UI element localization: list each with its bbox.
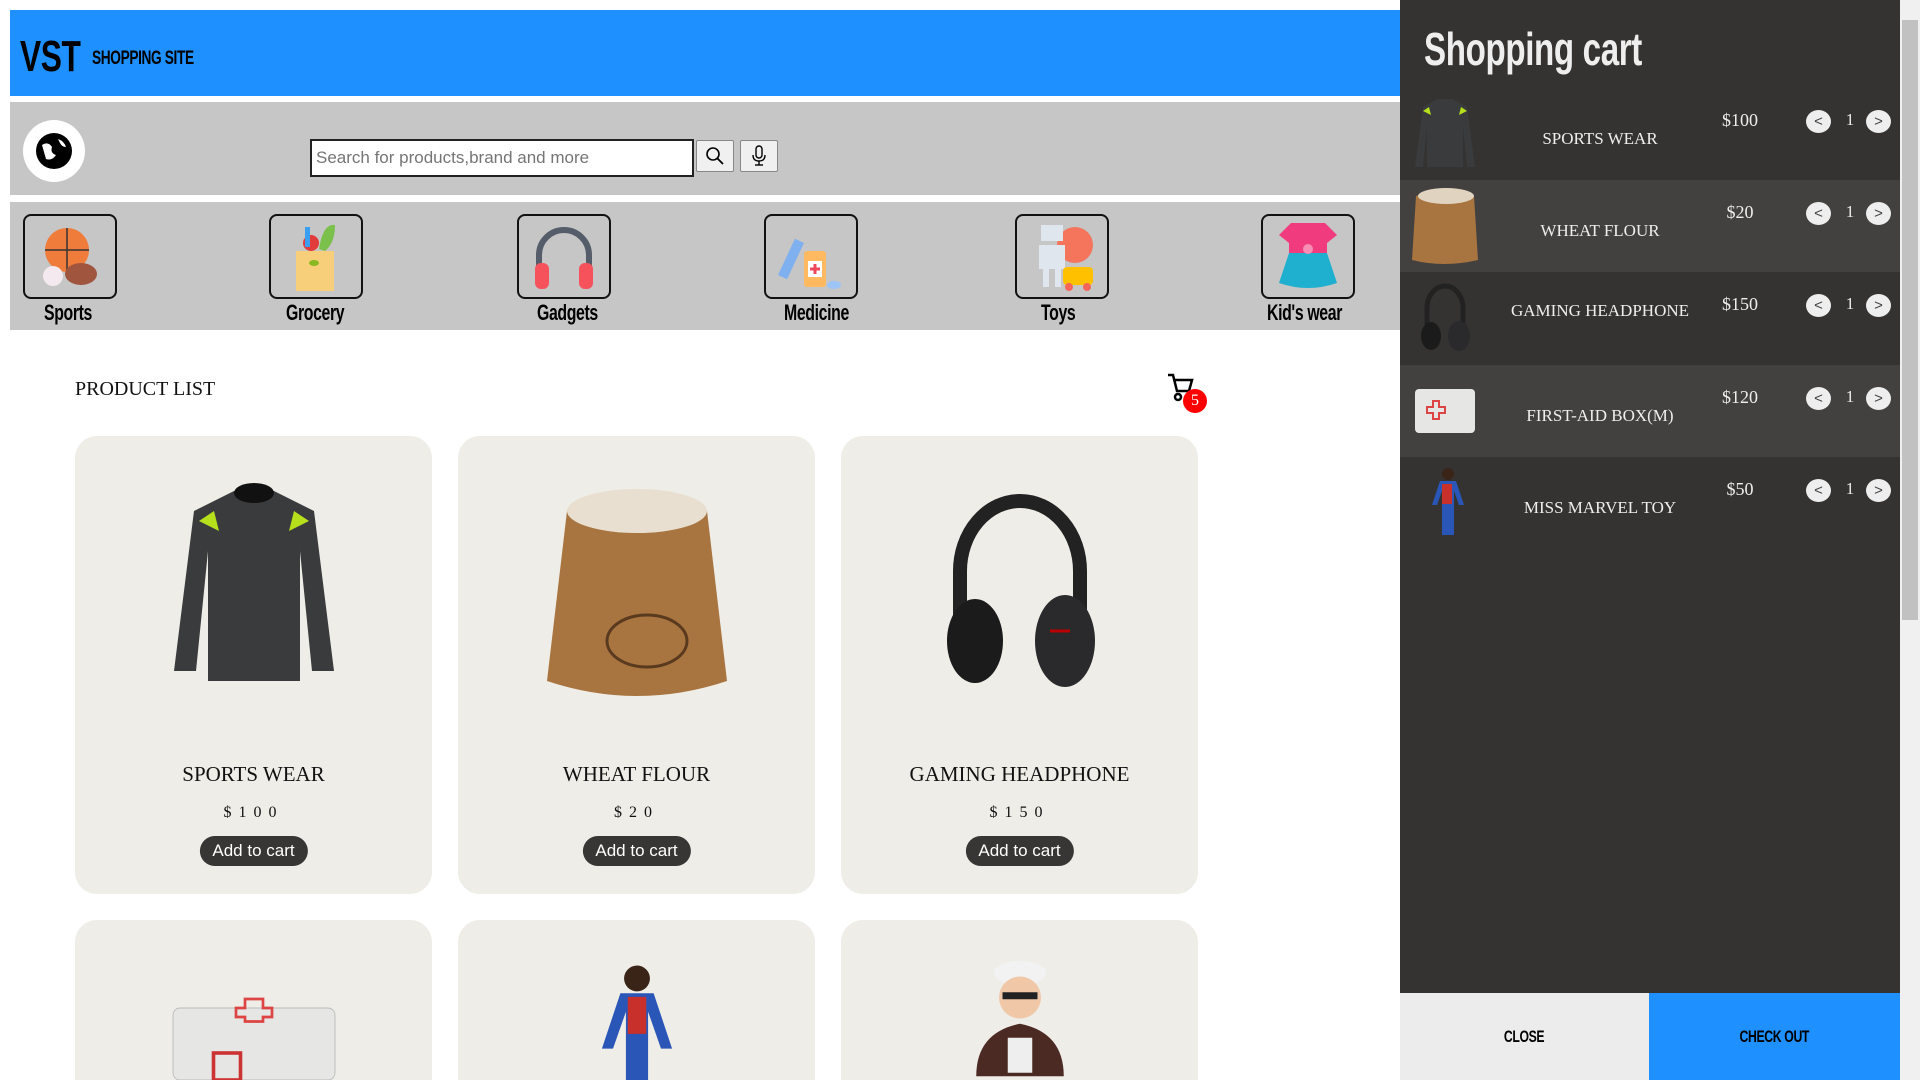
- category-bar: Sports Grocery Gadgets Medicine Toys Kid…: [10, 202, 1400, 330]
- category-label-kids-wear: Kid's wear: [1267, 300, 1343, 325]
- cart-item-price: $150: [1722, 294, 1758, 314]
- category-toys[interactable]: [1015, 214, 1109, 299]
- decrease-quantity-button[interactable]: <: [1806, 294, 1831, 317]
- cart-item-name: FIRST-AID BOX(M): [1526, 406, 1674, 425]
- product-card: SPORTS WEAR $100 Add to cart: [75, 436, 432, 894]
- site-subtitle: SHOPPING SITE: [92, 48, 194, 69]
- increase-quantity-button[interactable]: >: [1866, 110, 1891, 133]
- close-label: CLOSE: [1504, 1026, 1545, 1046]
- cart-item: GAMING HEADPHONE $150 < 1 >: [1400, 272, 1900, 364]
- cart-item-quantity: 1: [1845, 202, 1855, 221]
- cart-item-thumbnail: [1410, 463, 1480, 541]
- checkout-button[interactable]: CHECK OUT: [1649, 993, 1900, 1080]
- increase-quantity-button[interactable]: >: [1866, 479, 1891, 502]
- decrease-quantity-button[interactable]: <: [1806, 202, 1831, 225]
- category-label-gadgets: Gadgets: [537, 300, 598, 325]
- product-name: SPORTS WEAR: [182, 762, 325, 786]
- product-price: $100: [223, 804, 284, 821]
- cart-item-thumbnail: [1410, 371, 1480, 449]
- cart-item-name: GAMING HEADPHONE: [1510, 301, 1690, 320]
- cart-item-thumbnail: [1410, 186, 1480, 264]
- product-image-wheat-flour: [517, 466, 757, 716]
- scrollbar-thumb[interactable]: [1902, 20, 1918, 620]
- cart-item-quantity: 1: [1845, 294, 1855, 313]
- globe-icon[interactable]: [23, 120, 85, 182]
- product-card: WHEAT FLOUR $20 Add to cart: [458, 436, 815, 894]
- cart-item-name: SPORTS WEAR: [1542, 129, 1658, 148]
- voice-search-button[interactable]: [740, 140, 778, 172]
- close-cart-button[interactable]: CLOSE: [1400, 993, 1649, 1080]
- category-label-toys: Toys: [1041, 300, 1076, 325]
- category-kids-wear[interactable]: [1261, 214, 1355, 299]
- microphone-icon: [752, 145, 766, 166]
- search-bar: [10, 102, 1400, 195]
- increase-quantity-button[interactable]: >: [1866, 202, 1891, 225]
- add-to-cart-button[interactable]: Add to cart: [199, 836, 308, 866]
- add-to-cart-button[interactable]: Add to cart: [582, 836, 691, 866]
- product-card: GAMING HEADPHONE $150 Add to cart: [841, 436, 1198, 894]
- cart-item: SPORTS WEAR $100 < 1 >: [1400, 88, 1900, 180]
- product-name: WHEAT FLOUR: [562, 762, 711, 786]
- search-input[interactable]: [310, 139, 694, 177]
- grocery-bag-icon: [296, 224, 335, 291]
- category-label-grocery: Grocery: [286, 300, 345, 325]
- site-logo[interactable]: VST: [20, 32, 81, 82]
- category-grocery[interactable]: [269, 214, 363, 299]
- product-image-kids-wear: [900, 950, 1140, 1080]
- cart-item-quantity: 1: [1845, 387, 1855, 406]
- headphones-icon: [535, 227, 593, 289]
- product-name: GAMING HEADPHONE: [909, 762, 1130, 786]
- cart-item-price: $100: [1722, 110, 1758, 130]
- checkout-label: CHECK OUT: [1739, 1026, 1810, 1046]
- product-card: [75, 920, 432, 1080]
- cart-item-name: MISS MARVEL TOY: [1523, 498, 1677, 517]
- cart-item-price: $50: [1726, 479, 1754, 499]
- product-image-miss-marvel-toy: [517, 960, 757, 1080]
- category-label-sports: Sports: [44, 300, 93, 325]
- product-image-first-aid-box: [134, 990, 374, 1080]
- product-image-gaming-headphone: [900, 466, 1140, 716]
- add-to-cart-button[interactable]: Add to cart: [965, 836, 1074, 866]
- cart-item-name: WHEAT FLOUR: [1540, 221, 1660, 240]
- site-header: VST SHOPPING SITE: [10, 10, 1400, 96]
- cart-item: WHEAT FLOUR $20 < 1 >: [1400, 180, 1900, 272]
- toys-icon: [1039, 225, 1093, 291]
- cart-item: FIRST-AID BOX(M) $120 < 1 >: [1400, 365, 1900, 457]
- product-list-title: PRODUCT LIST: [75, 378, 216, 400]
- cart-item: MISS MARVEL TOY $50 < 1 >: [1400, 457, 1900, 549]
- category-gadgets[interactable]: [517, 214, 611, 299]
- cart-item-price: $120: [1722, 387, 1758, 407]
- cart-item-thumbnail: [1410, 94, 1480, 172]
- cart-item-quantity: 1: [1845, 479, 1855, 498]
- increase-quantity-button[interactable]: >: [1866, 387, 1891, 410]
- sports-balls-icon: [43, 227, 97, 286]
- cart-title: Shopping cart: [1424, 23, 1642, 75]
- category-label-medicine: Medicine: [784, 300, 849, 325]
- search-icon: [706, 147, 724, 165]
- product-card: [841, 920, 1198, 1080]
- cart-item-price: $20: [1726, 202, 1754, 222]
- decrease-quantity-button[interactable]: <: [1806, 387, 1831, 410]
- search-button[interactable]: [696, 140, 734, 172]
- cart-item-quantity: 1: [1845, 110, 1855, 129]
- cart-count-badge: 5: [1183, 389, 1207, 413]
- decrease-quantity-button[interactable]: <: [1806, 479, 1831, 502]
- decrease-quantity-button[interactable]: <: [1806, 110, 1831, 133]
- increase-quantity-button[interactable]: >: [1866, 294, 1891, 317]
- cart-item-thumbnail: [1410, 278, 1480, 356]
- dress-icon: [1279, 223, 1337, 288]
- category-sports[interactable]: [23, 214, 117, 299]
- medicine-icon: [778, 238, 841, 289]
- product-card: [458, 920, 815, 1080]
- product-price: $150: [989, 804, 1050, 821]
- shopping-cart-panel: Shopping cart SPORTS WEAR $100 < 1 > WHE…: [1400, 0, 1900, 1080]
- product-price: $20: [614, 804, 659, 821]
- category-medicine[interactable]: [764, 214, 858, 299]
- product-image-sports-wear: [134, 466, 374, 716]
- page-scrollbar[interactable]: [1900, 0, 1920, 1080]
